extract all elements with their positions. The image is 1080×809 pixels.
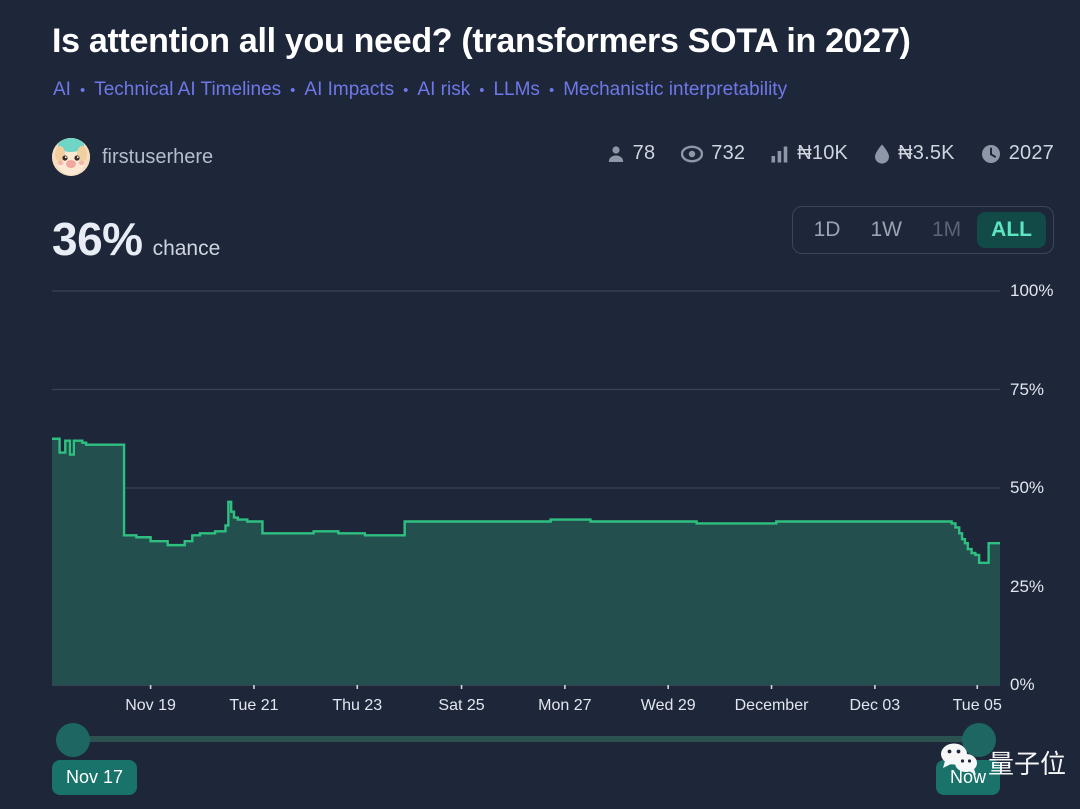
probability-label: chance: [153, 237, 221, 261]
clock-icon: [981, 144, 1001, 164]
market-page: Is attention all you need? (transformers…: [0, 0, 1080, 809]
range-button-all[interactable]: ALL: [977, 212, 1046, 248]
x-axis-label: Sat 25: [438, 697, 484, 715]
x-axis-label: Thu 23: [332, 697, 382, 715]
stat-value: 78: [633, 142, 656, 165]
probability-chart[interactable]: [52, 285, 1000, 689]
tag-link[interactable]: AI risk: [417, 79, 470, 101]
tag-link[interactable]: AI: [53, 79, 71, 101]
y-axis-label: 75%: [1010, 380, 1044, 400]
stat-item: 2027: [981, 142, 1054, 165]
x-axis-label: Wed 29: [641, 697, 696, 715]
slider-track[interactable]: [72, 736, 980, 742]
x-axis-label: Mon 27: [538, 697, 591, 715]
slider-handle-start[interactable]: [56, 723, 90, 757]
probability-value: 36%: [52, 212, 143, 266]
y-axis-label: 25%: [1010, 577, 1044, 597]
date-range-slider[interactable]: Nov 17 Now: [52, 728, 1000, 752]
market-stats: 78 732 ₦10K ₦3.5K 2027: [607, 142, 1054, 165]
author-row[interactable]: firstuserhere: [52, 138, 213, 176]
tag-separator: •: [394, 82, 417, 99]
eye-icon: [681, 145, 703, 163]
y-axis-labels: 0% 25% 50% 75% 100%: [1006, 275, 1076, 695]
page-title: Is attention all you need? (transformers…: [52, 22, 911, 61]
stat-value: ₦10K: [797, 142, 848, 165]
range-button-1w[interactable]: 1W: [856, 212, 916, 248]
range-button-1m: 1M: [918, 212, 975, 248]
stat-value: 732: [711, 142, 745, 165]
x-axis-label: Tue 21: [229, 697, 278, 715]
stat-item: 732: [681, 142, 745, 165]
y-axis-label: 0%: [1010, 675, 1035, 695]
range-button-1d[interactable]: 1D: [800, 212, 855, 248]
chart-svg: [52, 285, 1000, 689]
tag-link[interactable]: LLMs: [493, 79, 539, 101]
x-axis-labels: Nov 19 Tue 21 Thu 23 Sat 25 Mon 27 Wed 29 Dece…: [52, 697, 1000, 723]
x-axis-label: December: [735, 697, 809, 715]
stat-item: ₦10K: [771, 142, 848, 165]
bar-chart-icon: [771, 145, 789, 163]
probability-display: 36% chance: [52, 212, 220, 266]
tag-separator: •: [71, 82, 94, 99]
stat-item: 78: [607, 142, 656, 165]
y-axis-label: 50%: [1010, 478, 1044, 498]
stat-value: 2027: [1009, 142, 1054, 165]
tag-separator: •: [470, 82, 493, 99]
tag-link[interactable]: Technical AI Timelines: [94, 79, 281, 101]
x-axis-label: Nov 19: [125, 697, 176, 715]
stat-item: ₦3.5K: [874, 142, 955, 165]
avatar-image: [52, 138, 90, 176]
tag-separator: •: [281, 82, 304, 99]
tag-link[interactable]: AI Impacts: [304, 79, 394, 101]
slider-handle-end[interactable]: [962, 723, 996, 757]
droplet-icon: [874, 144, 890, 164]
author-name[interactable]: firstuserhere: [102, 146, 213, 169]
tag-separator: •: [540, 82, 563, 99]
tag-link[interactable]: Mechanistic interpretability: [563, 79, 787, 101]
y-axis-label: 100%: [1010, 281, 1053, 301]
stat-value: ₦3.5K: [898, 142, 955, 165]
tag-list: AI•Technical AI Timelines•AI Impacts•AI …: [53, 79, 787, 101]
person-icon: [607, 145, 625, 163]
chart-area-fill: [52, 439, 1000, 685]
slider-end-label: Now: [936, 760, 1000, 795]
x-axis-label: Tue 05: [953, 697, 1002, 715]
time-range-selector: 1D1W1MALL: [792, 206, 1054, 254]
x-axis-label: Dec 03: [850, 697, 901, 715]
slider-start-label: Nov 17: [52, 760, 137, 795]
avatar[interactable]: [52, 138, 90, 176]
